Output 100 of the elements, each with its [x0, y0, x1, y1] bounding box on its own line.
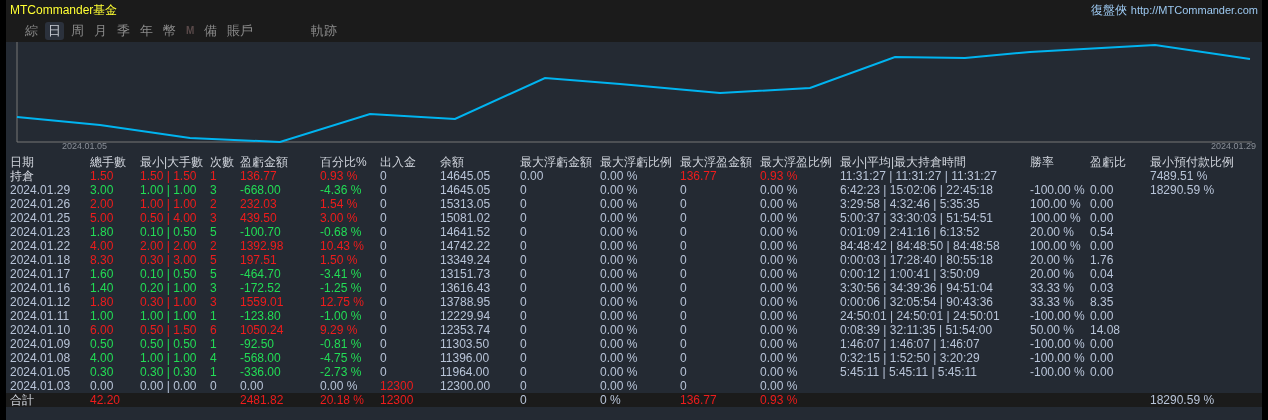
table-cell-text: 0.93 %: [320, 169, 359, 183]
table-cell-text: 0.00 %: [760, 295, 799, 309]
table-cell-text: 0.00 %: [600, 337, 639, 351]
table-cell-text: 1.00 | 1.00: [140, 309, 198, 323]
table-cell-text: 0.00: [1090, 197, 1115, 211]
table-cell-text: 1.50 | 1.50: [140, 169, 198, 183]
table-cell-text: 0: [520, 225, 528, 239]
table-cell-text: 232.03: [240, 197, 278, 211]
table-cell-text: 2: [210, 239, 218, 253]
column-header: 勝率: [1030, 155, 1055, 169]
table-cell-text: 100.00 %: [1030, 211, 1082, 225]
table-cell-text: 0: [380, 351, 388, 365]
table-cell-text: 0:00:03 | 17:28:40 | 80:55:18: [840, 253, 995, 267]
table-cell-text: 2024.01.12: [10, 295, 72, 309]
table-cell-text: 0.03: [1090, 281, 1115, 295]
table-cell-text: 0: [380, 281, 388, 295]
table-cell-text: 0: [520, 351, 528, 365]
window-title: MTCommander基金: [10, 2, 118, 19]
table-cell-text: 3.00 %: [320, 211, 359, 225]
table-cell-text: 0: [680, 365, 688, 379]
table-cell-text: 18290.59 %: [1150, 393, 1216, 407]
table-cell-text: 0: [380, 295, 388, 309]
table-cell-text: 0.30 | 0.30: [140, 365, 198, 379]
website-link[interactable]: http://MTCommander.com: [1130, 1, 1258, 19]
table-cell-text: 2024.01.17: [10, 267, 72, 281]
table-cell-text: 1:46:07 | 1:46:07 | 1:46:07: [840, 337, 981, 351]
table-cell-text: 136.77: [680, 393, 718, 407]
tab[interactable]: 軌跡: [308, 22, 341, 40]
table-cell-text: 20.00 %: [1030, 253, 1076, 267]
table-cell-text: -0.81 %: [320, 337, 363, 351]
table-cell-text: 3:29:58 | 4:32:46 | 5:35:35: [840, 197, 981, 211]
tab[interactable]: 月: [91, 22, 110, 40]
tab[interactable]: 季: [114, 22, 133, 40]
table-cell-text: -464.70: [240, 267, 282, 281]
table-cell-text: 1.00 | 1.00: [140, 351, 198, 365]
table-cell-text: 1.50 %: [320, 253, 359, 267]
table-cell-text: 0.00 %: [760, 253, 799, 267]
table-cell-text: 13616.43: [440, 281, 492, 295]
table-cell-text: 6:42:23 | 15:02:06 | 22:45:18: [840, 183, 995, 197]
table-cell-text: 0.00 %: [760, 225, 799, 239]
table-cell-text: 0: [380, 253, 388, 267]
column-header: 盈虧比: [1090, 155, 1127, 169]
table-cell-text: 0: [680, 323, 688, 337]
tab[interactable]: 日: [45, 22, 64, 40]
table-cell-text: 12.75 %: [320, 295, 366, 309]
table-cell-text: 0.10 | 0.50: [140, 267, 198, 281]
table-cell-text: 1392.98: [240, 239, 285, 253]
table-cell-text: 0: [680, 197, 688, 211]
table-cell-text: 0: [520, 393, 528, 407]
table-cell-text: 2024.01.16: [10, 281, 72, 295]
table-cell-text: 5: [210, 225, 218, 239]
table-cell-text: 0: [680, 267, 688, 281]
table-cell-text: 3: [210, 281, 218, 295]
table-cell-text: 20.00 %: [1030, 267, 1076, 281]
table-cell-text: 0.00 %: [760, 281, 799, 295]
table-cell-text: 2.00: [90, 197, 115, 211]
table-cell-text: 0.00 %: [600, 351, 639, 365]
table-cell-text: 0.00: [90, 379, 115, 393]
tab[interactable]: 賬戶: [224, 22, 257, 40]
table-cell-text: 0.00 %: [600, 211, 639, 225]
table-cell-text: 439.50: [240, 211, 278, 225]
table-cell-text: 0:00:12 | 1:00:41 | 3:50:09: [840, 267, 981, 281]
table-cell-text: -123.80: [240, 309, 282, 323]
table-cell-text: 0.00 %: [760, 267, 799, 281]
table-cell-text: 33.33 %: [1030, 281, 1076, 295]
table-cell-text: 14645.05: [440, 183, 492, 197]
table-cell-text: -4.36 %: [320, 183, 363, 197]
table-cell-text: -100.70: [240, 225, 282, 239]
column-header: 百分比%: [320, 155, 368, 169]
table-cell-text: 1.50: [90, 169, 115, 183]
column-header: 最大浮虧比例: [600, 155, 673, 169]
table-cell-text: 0.00 %: [600, 253, 639, 267]
table-cell-text: 0.93 %: [760, 393, 799, 407]
table-cell-text: 0: [520, 267, 528, 281]
table-cell-text: 0: [520, 239, 528, 253]
axis-label: 2024.01.05: [62, 139, 108, 153]
tab[interactable]: 周: [68, 22, 87, 40]
table-cell-text: 0.00 %: [760, 379, 799, 393]
table-cell-text: 0: [380, 183, 388, 197]
table-cell-text: 2024.01.22: [10, 239, 72, 253]
table-cell-text: 5: [210, 253, 218, 267]
table-cell-text: 20.18 %: [320, 393, 366, 407]
table-cell-text: 0.00 %: [600, 183, 639, 197]
column-header: 總手數: [90, 155, 127, 169]
table-cell-text: 2024.01.25: [10, 211, 72, 225]
table-cell-text: 12353.74: [440, 323, 492, 337]
tab[interactable]: 備: [201, 22, 221, 40]
table-cell-text: 0: [520, 197, 528, 211]
table-cell-text: 0.00 %: [760, 211, 799, 225]
table-cell-text: 0: [680, 183, 688, 197]
tab[interactable]: 幣: [160, 22, 179, 40]
tab[interactable]: 年: [137, 22, 156, 40]
table-cell-text: 136.77: [680, 169, 718, 183]
tab[interactable]: 綜: [22, 22, 41, 40]
table-cell-text: 1: [210, 337, 218, 351]
table-cell-text: 0.30: [90, 365, 115, 379]
table-cell-text: 4.00: [90, 351, 115, 365]
table-cell-text: 10.43 %: [320, 239, 366, 253]
table-cell-text: 0.00: [1090, 183, 1115, 197]
table-cell-text: 0: [680, 225, 688, 239]
